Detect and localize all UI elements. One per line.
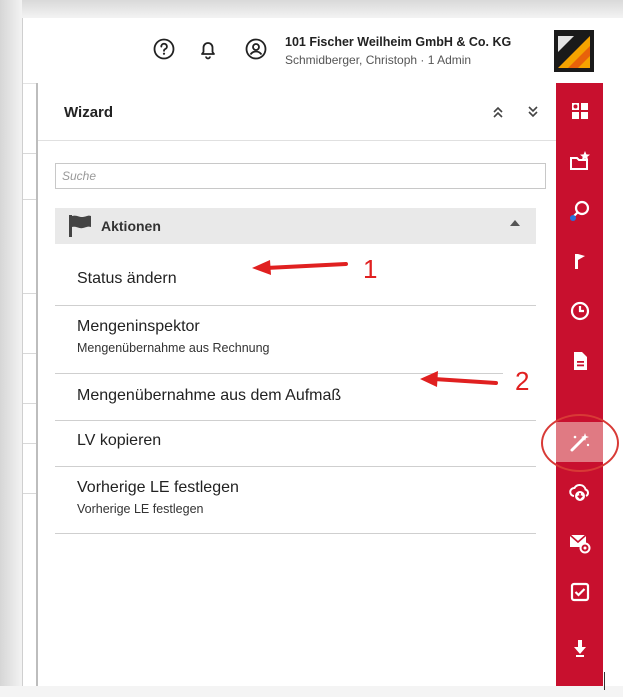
wizard-item-vorherige-le[interactable]: Vorherige LE festlegen Vorherige LE fest… bbox=[55, 467, 536, 534]
panel-title: Wizard bbox=[64, 104, 114, 121]
flag-icon[interactable] bbox=[556, 242, 603, 280]
divider bbox=[38, 140, 563, 141]
collapse-all-icon[interactable] bbox=[492, 105, 504, 121]
item-title: LV kopieren bbox=[77, 432, 162, 449]
checkbox-icon[interactable] bbox=[556, 573, 603, 611]
item-title: Vorherige LE festlegen bbox=[77, 479, 239, 496]
app-window: 101 Fischer Weilheim GmbH & Co. KG Schmi… bbox=[22, 18, 603, 686]
item-subtitle: Vorherige LE festlegen bbox=[77, 502, 204, 516]
user-name: Schmidberger, Christoph · 1 Admin bbox=[285, 53, 472, 67]
annotation-number-2: 2 bbox=[515, 366, 530, 396]
help-icon[interactable] bbox=[153, 38, 175, 60]
screenshot-frame-bottom bbox=[0, 686, 623, 697]
annotation-arrow-1 bbox=[252, 260, 348, 275]
section-header-aktionen[interactable]: Aktionen bbox=[55, 208, 536, 244]
item-title: Status ändern bbox=[77, 270, 177, 287]
search-location-icon[interactable] bbox=[556, 192, 603, 230]
caret-up-icon[interactable] bbox=[510, 218, 520, 230]
item-title: Mengeninspektor bbox=[77, 318, 200, 335]
bell-icon[interactable] bbox=[197, 38, 219, 60]
company-name[interactable]: 101 Fischer Weilheim GmbH & Co. KG bbox=[285, 35, 511, 49]
flag-icon bbox=[67, 214, 93, 243]
screenshot-frame-left bbox=[0, 0, 22, 697]
search-input[interactable] bbox=[55, 163, 546, 189]
right-toolbar bbox=[556, 83, 603, 686]
cloud-download-icon[interactable] bbox=[556, 473, 603, 511]
download-icon[interactable] bbox=[556, 629, 603, 667]
item-title: Mengenübernahme aus dem Aufmaß bbox=[77, 387, 342, 404]
app-logo[interactable] bbox=[554, 30, 594, 72]
highlight-circle bbox=[541, 414, 619, 472]
section-label: Aktionen bbox=[101, 218, 161, 234]
user-account-icon[interactable] bbox=[245, 38, 267, 60]
star-folder-icon[interactable] bbox=[556, 142, 603, 180]
annotation-number-1: 1 bbox=[363, 254, 378, 284]
screenshot-frame-top bbox=[0, 0, 623, 18]
expand-all-icon[interactable] bbox=[527, 105, 539, 121]
grid-icon[interactable] bbox=[556, 92, 603, 130]
text-cursor bbox=[604, 672, 605, 690]
clock-icon[interactable] bbox=[556, 292, 603, 330]
wizard-item-lv-kopieren[interactable]: LV kopieren bbox=[55, 421, 536, 467]
top-header: 101 Fischer Weilheim GmbH & Co. KG Schmi… bbox=[23, 18, 603, 84]
mail-gear-icon[interactable] bbox=[556, 524, 603, 562]
annotation-arrow-2 bbox=[420, 371, 498, 387]
item-subtitle: Mengenübernahme aus Rechnung bbox=[77, 341, 270, 355]
wizard-item-mengeninspektor[interactable]: Mengeninspektor Mengenübernahme aus Rech… bbox=[55, 306, 503, 374]
document-icon[interactable] bbox=[556, 342, 603, 380]
